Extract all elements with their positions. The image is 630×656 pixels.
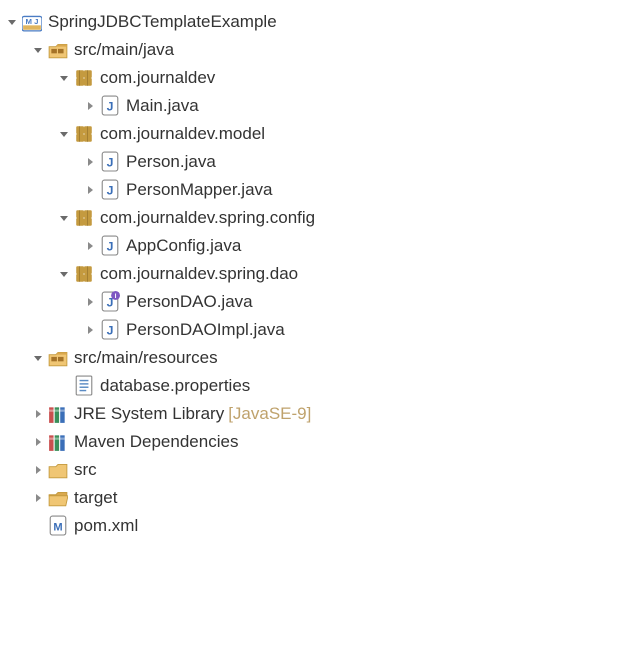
package-config[interactable]: com.journaldev.spring.config (0, 204, 630, 232)
expand-arrow-icon[interactable] (58, 72, 70, 84)
source-folder-java[interactable]: src/main/java (0, 36, 630, 64)
file-person-mapper[interactable]: PersonMapper.java (0, 176, 630, 204)
package-icon (74, 208, 94, 228)
file-app-config[interactable]: AppConfig.java (0, 232, 630, 260)
package-icon (74, 68, 94, 88)
package-dao[interactable]: com.journaldev.spring.dao (0, 260, 630, 288)
library-suffix: [JavaSE-9] (228, 404, 311, 424)
library-icon (48, 404, 68, 424)
java-file-icon (100, 152, 120, 172)
file-label: Main.java (126, 96, 199, 116)
source-folder-resources[interactable]: src/main/resources (0, 344, 630, 372)
expand-arrow-icon[interactable] (58, 212, 70, 224)
spacer (58, 380, 70, 392)
folder-label: src/main/java (74, 40, 174, 60)
file-label: AppConfig.java (126, 236, 241, 256)
java-file-icon (100, 320, 120, 340)
package-label: com.journaldev.spring.config (100, 208, 315, 228)
collapse-arrow-icon[interactable] (32, 436, 44, 448)
java-file-icon (100, 236, 120, 256)
package-model[interactable]: com.journaldev.model (0, 120, 630, 148)
file-label: PersonDAO.java (126, 292, 253, 312)
file-person-dao-impl[interactable]: PersonDAOImpl.java (0, 316, 630, 344)
file-label: database.properties (100, 376, 250, 396)
package-icon (74, 264, 94, 284)
collapse-arrow-icon[interactable] (84, 184, 96, 196)
jre-library[interactable]: JRE System Library [JavaSE-9] (0, 400, 630, 428)
file-label: pom.xml (74, 516, 138, 536)
folder-src[interactable]: src (0, 456, 630, 484)
folder-label: target (74, 488, 117, 508)
project-root[interactable]: SpringJDBCTemplateExample (0, 8, 630, 36)
maven-dependencies[interactable]: Maven Dependencies (0, 428, 630, 456)
package-label: com.journaldev.model (100, 124, 265, 144)
package-folder-icon (48, 40, 68, 60)
spacer (32, 520, 44, 532)
java-file-icon (100, 180, 120, 200)
java-file-icon (100, 96, 120, 116)
file-label: PersonMapper.java (126, 180, 272, 200)
collapse-arrow-icon[interactable] (32, 464, 44, 476)
file-pom[interactable]: pom.xml (0, 512, 630, 540)
package-label: com.journaldev (100, 68, 215, 88)
xml-file-icon (48, 516, 68, 536)
collapse-arrow-icon[interactable] (84, 240, 96, 252)
expand-arrow-icon[interactable] (58, 128, 70, 140)
project-label: SpringJDBCTemplateExample (48, 12, 277, 32)
file-person-dao[interactable]: PersonDAO.java (0, 288, 630, 316)
collapse-arrow-icon[interactable] (32, 408, 44, 420)
properties-file-icon (74, 376, 94, 396)
expand-arrow-icon[interactable] (58, 268, 70, 280)
expand-arrow-icon[interactable] (32, 44, 44, 56)
collapse-arrow-icon[interactable] (32, 492, 44, 504)
package-icon (74, 124, 94, 144)
package-journaldev[interactable]: com.journaldev (0, 64, 630, 92)
folder-label: src/main/resources (74, 348, 218, 368)
folder-icon (48, 460, 68, 480)
file-label: PersonDAOImpl.java (126, 320, 285, 340)
java-interface-icon (100, 292, 120, 312)
file-person[interactable]: Person.java (0, 148, 630, 176)
collapse-arrow-icon[interactable] (84, 324, 96, 336)
file-main[interactable]: Main.java (0, 92, 630, 120)
folder-open-icon (48, 488, 68, 508)
library-label: Maven Dependencies (74, 432, 238, 452)
library-icon (48, 432, 68, 452)
file-label: Person.java (126, 152, 216, 172)
expand-arrow-icon[interactable] (32, 352, 44, 364)
package-folder-icon (48, 348, 68, 368)
collapse-arrow-icon[interactable] (84, 100, 96, 112)
folder-label: src (74, 460, 97, 480)
library-label: JRE System Library (74, 404, 224, 424)
folder-target[interactable]: target (0, 484, 630, 512)
maven-project-icon (22, 12, 42, 32)
package-label: com.journaldev.spring.dao (100, 264, 298, 284)
collapse-arrow-icon[interactable] (84, 296, 96, 308)
collapse-arrow-icon[interactable] (84, 156, 96, 168)
file-database-properties[interactable]: database.properties (0, 372, 630, 400)
expand-arrow-icon[interactable] (6, 16, 18, 28)
